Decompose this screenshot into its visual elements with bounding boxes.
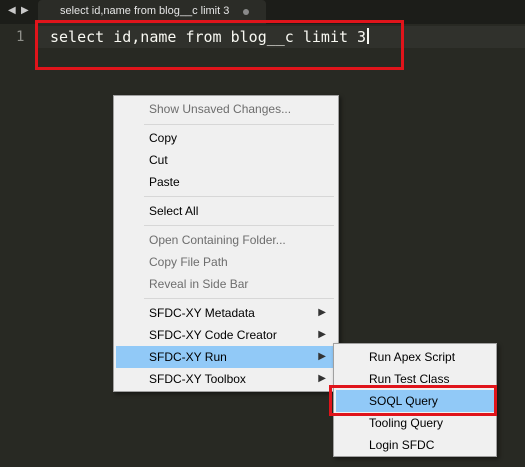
menu-item-label: Copy File Path [149, 255, 228, 269]
menu-item-label: Reveal in Side Bar [149, 277, 249, 291]
previous-tab-icon[interactable]: ◀ [8, 5, 16, 16]
menu-item-sfdc-xy-metadata[interactable]: SFDC-XY Metadata ▶ [116, 302, 336, 324]
submenu-item-label: Run Apex Script [369, 350, 456, 364]
menu-item-label: Select All [149, 204, 199, 218]
submenu-arrow-icon: ▶ [318, 373, 326, 384]
soql-query-highlight-box [329, 385, 497, 416]
menu-item-label: SFDC-XY Run [149, 350, 227, 364]
menu-item-sfdc-xy-run[interactable]: SFDC-XY Run ▶ [116, 346, 336, 368]
menu-item-copy[interactable]: Copy [116, 127, 336, 149]
submenu-item-label: Login SFDC [369, 438, 435, 452]
menu-separator [144, 225, 334, 226]
submenu-arrow-icon: ▶ [318, 307, 326, 318]
menu-item-label: Cut [149, 153, 168, 167]
menu-item-label: SFDC-XY Metadata [149, 306, 255, 320]
unsaved-dot-icon[interactable] [243, 9, 249, 15]
context-menu: Show Unsaved Changes... Copy Cut Paste S… [113, 95, 339, 392]
line-number: 1 [16, 29, 25, 45]
menu-item-reveal-in-side-bar: Reveal in Side Bar [116, 273, 336, 295]
submenu-arrow-icon: ▶ [318, 329, 326, 340]
menu-item-open-containing-folder: Open Containing Folder... [116, 229, 336, 251]
menu-item-label: Open Containing Folder... [149, 233, 286, 247]
submenu-item-label: Tooling Query [369, 416, 444, 430]
menu-item-label: Show Unsaved Changes... [149, 102, 292, 116]
menu-item-sfdc-xy-toolbox[interactable]: SFDC-XY Toolbox ▶ [116, 368, 336, 390]
menu-item-paste[interactable]: Paste [116, 171, 336, 193]
menu-item-label: Copy [149, 131, 178, 145]
menu-item-label: Paste [149, 175, 180, 189]
submenu-item-login-sfdc[interactable]: Login SFDC [336, 434, 494, 456]
menu-item-show-unsaved-changes: Show Unsaved Changes... [116, 98, 336, 120]
menu-item-cut[interactable]: Cut [116, 149, 336, 171]
menu-item-select-all[interactable]: Select All [116, 200, 336, 222]
menu-separator [144, 124, 334, 125]
menu-separator [144, 196, 334, 197]
submenu-item-label: Run Test Class [369, 372, 450, 386]
submenu-item-run-apex-script[interactable]: Run Apex Script [336, 346, 494, 368]
tab-title: select id,name from blog__c limit 3 [60, 5, 230, 17]
menu-item-copy-file-path: Copy File Path [116, 251, 336, 273]
next-tab-icon[interactable]: ▶ [21, 5, 29, 16]
menu-item-label: SFDC-XY Code Creator [149, 328, 277, 342]
menu-item-label: SFDC-XY Toolbox [149, 372, 246, 386]
menu-separator [144, 298, 334, 299]
submenu-arrow-icon: ▶ [318, 351, 326, 362]
code-highlight-box [35, 20, 404, 70]
menu-item-sfdc-xy-code-creator[interactable]: SFDC-XY Code Creator ▶ [116, 324, 336, 346]
